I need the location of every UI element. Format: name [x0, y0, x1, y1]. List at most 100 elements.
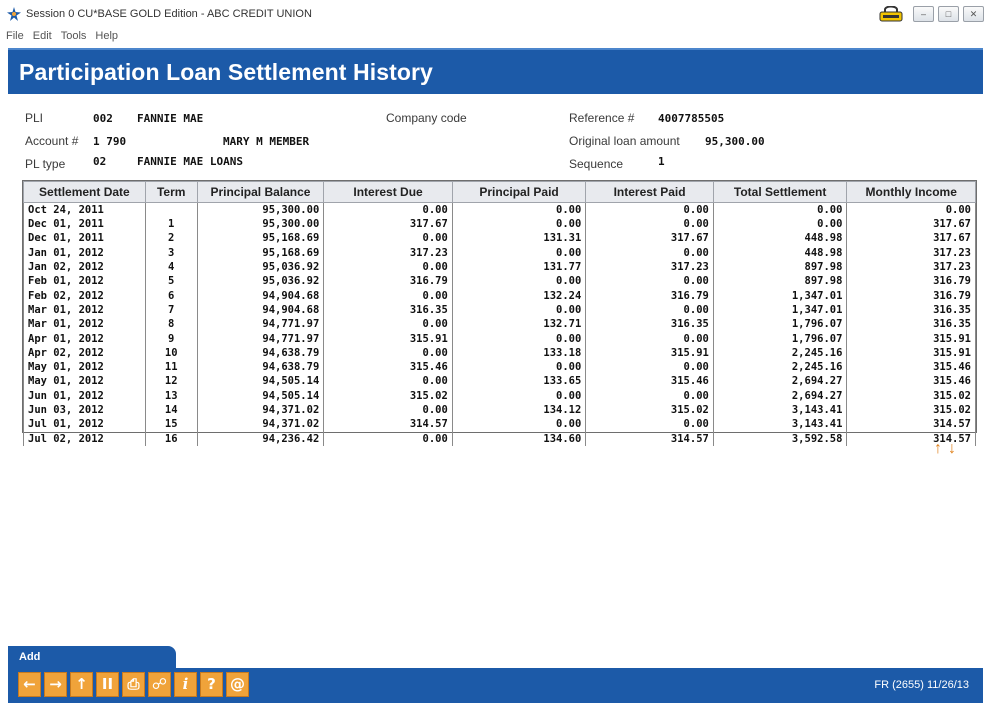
- cell-interest-paid: 0.00: [585, 302, 714, 318]
- loan-info-panel: PLI 002 FANNIE MAE Company code Referenc…: [8, 96, 983, 176]
- table-row[interactable]: May 01, 2012 11 94,638.79 315.46 0.00 0.00 2,2…: [23, 359, 976, 375]
- cell-total-settlement: 897.98: [712, 259, 848, 275]
- cell-settlement-date: May 01, 2012: [23, 359, 146, 375]
- cell-principal-paid: 133.65: [451, 374, 587, 389]
- close-button[interactable]: ✕: [963, 6, 984, 22]
- cell-principal-paid: 0.00: [451, 417, 587, 432]
- table-row[interactable]: Jan 02, 2012 4 95,036.92 0.00 131.77 317.23 89…: [23, 259, 976, 275]
- cell-interest-paid: 315.91: [585, 345, 714, 360]
- cell-settlement-date: Oct 24, 2011: [23, 202, 146, 217]
- sequence-value: 1: [658, 155, 665, 168]
- cell-monthly-income: 315.46: [846, 374, 976, 389]
- table-row[interactable]: Feb 01, 2012 5 95,036.92 316.79 0.00 0.00 897.…: [23, 274, 976, 289]
- table-row[interactable]: Jun 01, 2012 13 94,505.14 315.02 0.00 0.00 2,6…: [23, 388, 976, 403]
- cell-interest-due: 315.02: [323, 388, 453, 403]
- cell-total-settlement: 2,245.16: [712, 345, 848, 360]
- link-icon[interactable]: ☍: [148, 672, 171, 697]
- pause-icon[interactable]: II: [96, 672, 119, 697]
- cell-principal-paid: 0.00: [451, 359, 587, 375]
- member-name: MARY M MEMBER: [223, 135, 310, 148]
- cell-monthly-income: 316.35: [846, 317, 976, 332]
- maximize-button[interactable]: □: [938, 6, 959, 22]
- cell-principal-balance: 94,505.14: [196, 388, 325, 403]
- table-row[interactable]: Apr 01, 2012 9 94,771.97 315.91 0.00 0.00 1,79…: [23, 331, 976, 346]
- cell-principal-balance: 95,168.69: [196, 231, 325, 246]
- up-arrow-icon[interactable]: ↑: [70, 672, 93, 697]
- account-value: 1 790: [93, 135, 127, 148]
- col-total-settlement[interactable]: Total Settlement: [712, 181, 848, 203]
- cell-interest-due: 0.00: [323, 431, 453, 446]
- forward-arrow-icon[interactable]: →: [44, 672, 67, 697]
- cell-monthly-income: 317.67: [846, 231, 976, 246]
- cell-settlement-date: Apr 02, 2012: [23, 345, 146, 360]
- col-principal-paid[interactable]: Principal Paid: [451, 181, 587, 203]
- page-down-icon[interactable]: ↓: [948, 441, 956, 457]
- fkey-group: ← → ↑ II ⎙ ☍ i? @: [18, 672, 249, 697]
- page-title: Participation Loan Settlement History: [19, 59, 433, 85]
- cell-term: 14: [144, 402, 198, 418]
- table-row[interactable]: Jun 03, 2012 14 94,371.02 0.00 134.12 315.02 3…: [23, 402, 976, 418]
- col-interest-paid[interactable]: Interest Paid: [585, 181, 714, 203]
- cell-interest-due: 314.57: [323, 417, 453, 432]
- cell-principal-paid: 131.31: [451, 231, 587, 246]
- table-row[interactable]: Dec 01, 2011 1 95,300.00 317.67 0.00 0.00 0.00…: [23, 217, 976, 232]
- cell-interest-paid: 0.00: [585, 388, 714, 403]
- cell-monthly-income: 315.02: [846, 402, 976, 418]
- table-row[interactable]: Mar 01, 2012 7 94,904.68 316.35 0.00 0.00 1,34…: [23, 302, 976, 318]
- cell-principal-balance: 94,236.42: [196, 431, 325, 446]
- account-label: Account #: [25, 134, 79, 148]
- cell-interest-paid: 315.02: [585, 402, 714, 418]
- table-row[interactable]: Dec 01, 2011 2 95,168.69 0.00 131.31 317.67 44…: [23, 231, 976, 246]
- page-up-icon[interactable]: ↑: [934, 441, 942, 457]
- col-monthly-income[interactable]: Monthly Income: [846, 181, 976, 203]
- col-settlement-date[interactable]: Settlement Date: [23, 181, 146, 203]
- cell-total-settlement: 0.00: [712, 202, 848, 217]
- help-icon[interactable]: ?: [200, 672, 223, 697]
- cell-settlement-date: Dec 01, 2011: [23, 231, 146, 246]
- cell-interest-due: 0.00: [323, 231, 453, 246]
- add-button[interactable]: Add: [19, 651, 40, 663]
- printer-icon[interactable]: ⎙: [122, 672, 145, 697]
- cell-principal-balance: 94,371.02: [196, 402, 325, 418]
- cell-monthly-income: 316.35: [846, 302, 976, 318]
- menu-file[interactable]: File: [6, 30, 24, 46]
- table-row[interactable]: Feb 02, 2012 6 94,904.68 0.00 132.24 316.79 1,…: [23, 288, 976, 303]
- cell-principal-paid: 0.00: [451, 302, 587, 318]
- original-loan-value: 95,300.00: [705, 135, 765, 148]
- info-icon[interactable]: i: [174, 672, 197, 697]
- lock-icon[interactable]: [879, 6, 905, 22]
- cell-interest-paid: 315.46: [585, 374, 714, 389]
- back-arrow-icon[interactable]: ←: [18, 672, 41, 697]
- menu-bar: File Edit Tools Help: [6, 30, 118, 46]
- menu-help[interactable]: Help: [95, 30, 118, 46]
- cell-term: 6: [144, 288, 198, 303]
- cell-interest-paid: 317.23: [585, 259, 714, 275]
- cell-principal-balance: 95,300.00: [196, 202, 325, 217]
- cell-settlement-date: Jun 03, 2012: [23, 402, 146, 418]
- table-row[interactable]: Apr 02, 2012 10 94,638.79 0.00 133.18 315.91 2…: [23, 345, 976, 360]
- table-row[interactable]: Mar 01, 2012 8 94,771.97 0.00 132.71 316.35 1,…: [23, 317, 976, 332]
- table-row[interactable]: May 01, 2012 12 94,505.14 0.00 133.65 315.46 2…: [23, 374, 976, 389]
- table-row[interactable]: Jan 01, 2012 3 95,168.69 317.23 0.00 0.00 448.…: [23, 245, 976, 260]
- cell-interest-paid: 0.00: [585, 245, 714, 260]
- col-principal-balance[interactable]: Principal Balance: [196, 181, 325, 203]
- col-interest-due[interactable]: Interest Due: [323, 181, 453, 203]
- add-tab[interactable]: Add: [8, 646, 176, 668]
- table-row[interactable]: Jul 02, 2012 16 94,236.42 0.00 134.60 314.57 3…: [23, 431, 976, 446]
- cell-settlement-date: Feb 02, 2012: [23, 288, 146, 303]
- col-term[interactable]: Term: [144, 181, 198, 203]
- app-logo-icon: [7, 7, 21, 21]
- table-row[interactable]: Oct 24, 2011 95,300.00 0.00 0.00 0.00 0.00 0.0…: [23, 202, 976, 217]
- cell-term: 12: [144, 374, 198, 389]
- menu-tools[interactable]: Tools: [61, 30, 87, 46]
- menu-edit[interactable]: Edit: [33, 30, 52, 46]
- cell-term: 4: [144, 259, 198, 275]
- cell-term: 13: [144, 388, 198, 403]
- at-sign-icon[interactable]: @: [226, 672, 249, 697]
- table-row[interactable]: Jul 01, 2012 15 94,371.02 314.57 0.00 0.00 3,1…: [23, 417, 976, 432]
- minimize-button[interactable]: –: [913, 6, 934, 22]
- cell-total-settlement: 448.98: [712, 245, 848, 260]
- function-key-bar: ← → ↑ II ⎙ ☍ i? @ FR (2655) 11/26/13: [8, 668, 983, 703]
- cell-monthly-income: 316.79: [846, 288, 976, 303]
- company-code-label: Company code: [386, 111, 467, 125]
